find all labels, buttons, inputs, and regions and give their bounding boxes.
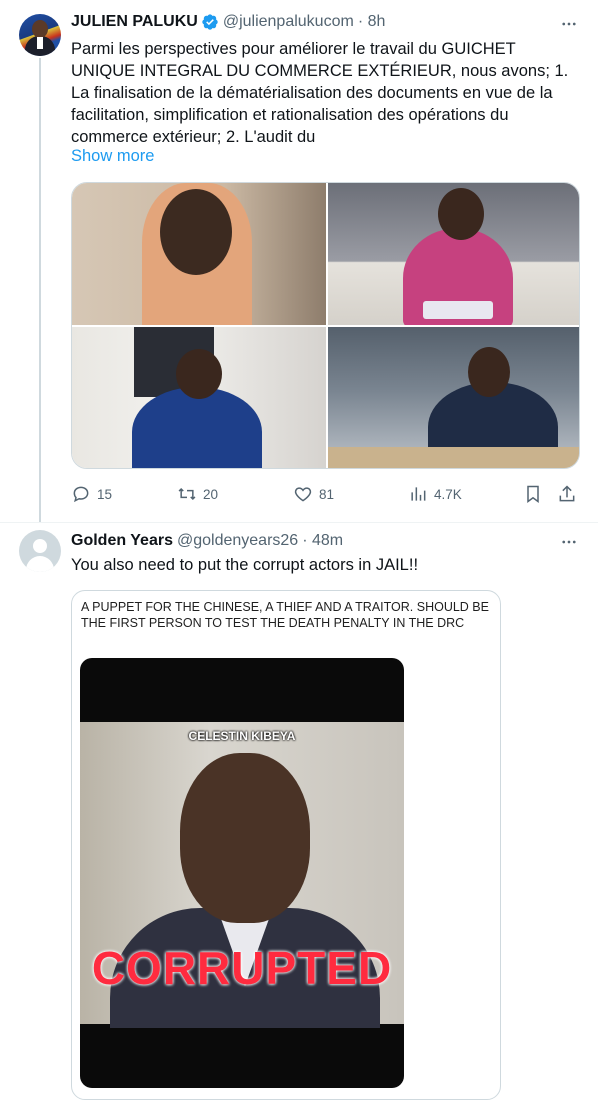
bookmark-button[interactable]	[523, 484, 557, 504]
tweet-text: You also need to put the corrupt actors …	[71, 556, 419, 574]
avatar[interactable]	[19, 14, 61, 56]
media-grid[interactable]	[71, 182, 580, 469]
share-icon	[559, 485, 575, 502]
tweet-time[interactable]: · 48m	[302, 532, 343, 550]
photo-3[interactable]	[72, 327, 326, 468]
image-photo: CELESTIN KIBEYA CORRUPTED	[80, 658, 404, 1088]
reply-count: 15	[97, 486, 113, 502]
views-count: 4.7K	[434, 486, 462, 502]
show-more-link[interactable]: Show more	[71, 147, 154, 166]
photo-name-label: CELESTIN KIBEYA	[188, 729, 296, 743]
tweet-time[interactable]: · 8h	[358, 13, 386, 31]
verified-badge-icon	[202, 14, 218, 30]
photo-2[interactable]	[328, 183, 579, 325]
photo-face	[180, 753, 310, 923]
photo-1[interactable]	[72, 183, 326, 325]
photo-table	[328, 447, 579, 468]
avatar-face	[32, 20, 48, 38]
tweet-header: JULIEN PALUKU @julienpalukucom · 8h	[71, 13, 385, 31]
photo-face	[468, 347, 510, 397]
image-caption: A PUPPET FOR THE CHINESE, A THIEF AND A …	[81, 600, 489, 630]
tweet-text: Parmi les perspectives pour améliorer le…	[71, 40, 569, 146]
attached-image[interactable]: A PUPPET FOR THE CHINESE, A THIEF AND A …	[71, 590, 501, 1100]
reply-button[interactable]: 15	[71, 484, 177, 504]
photo-stamp-text: CORRUPTED	[91, 942, 393, 994]
like-count: 81	[319, 486, 335, 502]
photo-nameplate	[423, 301, 493, 319]
avatar-shirt	[37, 37, 43, 49]
author-name[interactable]: JULIEN PALUKU	[71, 13, 198, 31]
tweet-julien-paluku[interactable]: JULIEN PALUKU @julienpalukucom · 8h Parm…	[0, 0, 598, 522]
bookmark-icon	[527, 485, 539, 503]
author-name[interactable]: Golden Years	[71, 532, 173, 550]
author-handle[interactable]: @julienpalukucom	[223, 13, 354, 31]
author-handle[interactable]: @goldenyears26	[177, 532, 298, 550]
reply-icon	[73, 486, 89, 503]
retweet-count: 20	[203, 486, 219, 502]
views-icon	[411, 487, 426, 501]
photo-face	[160, 189, 232, 275]
views-button[interactable]: 4.7K	[408, 484, 523, 504]
photo-face	[438, 188, 484, 240]
photo-face	[176, 349, 222, 399]
retweet-button[interactable]: 20	[177, 484, 293, 504]
more-icon[interactable]	[559, 14, 579, 34]
tweet-header: Golden Years @goldenyears26 · 48m	[71, 532, 343, 550]
like-icon	[294, 487, 312, 502]
more-icon[interactable]	[559, 532, 579, 552]
photo-figure	[132, 387, 262, 468]
tweet-actions: 15 20 81 4.7K	[71, 483, 581, 505]
like-button[interactable]: 81	[293, 484, 408, 504]
retweet-icon	[178, 487, 196, 501]
share-button[interactable]	[557, 484, 579, 504]
photo-4[interactable]	[328, 327, 579, 468]
